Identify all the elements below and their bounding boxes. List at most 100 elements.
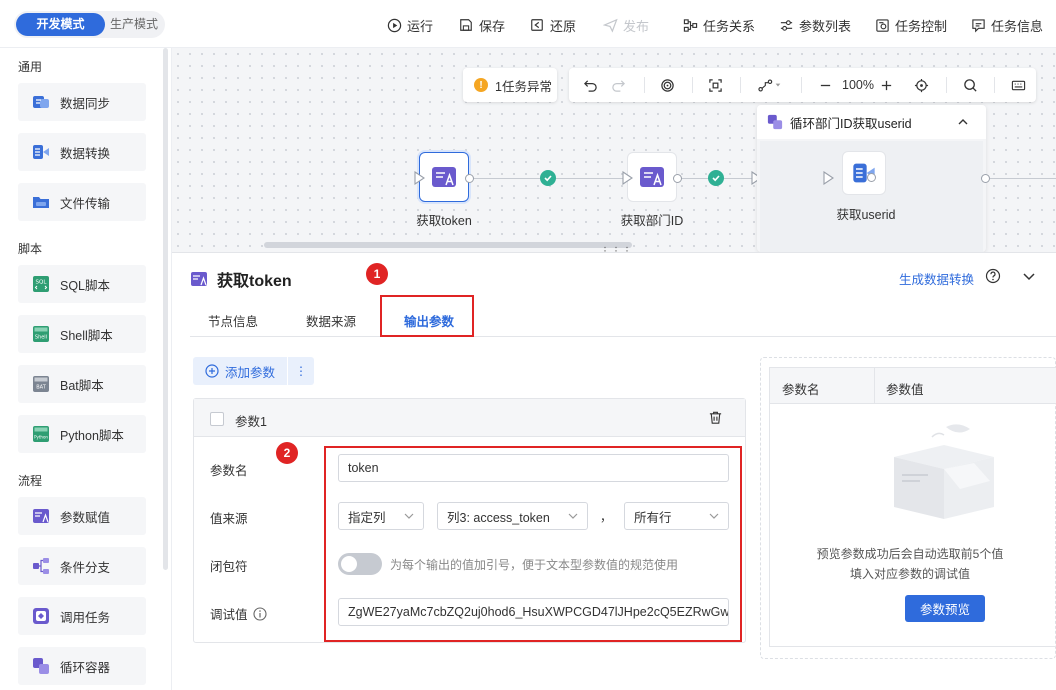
sidebar-item-data-transform[interactable]: 数据转换 [18,133,146,171]
preview-table: 参数名 参数值 预览参数成功后会自动选取前5个值 填入对应参数的调试值 参数预览 [769,367,1056,647]
prod-mode-tab[interactable]: 生产模式 [105,13,163,36]
svg-text:BAT: BAT [36,385,46,391]
node-box [627,152,677,202]
play-icon [386,17,402,33]
bat-icon: BAT [31,374,51,394]
loop-container-icon [767,114,783,130]
info-doc-icon [970,17,986,33]
search-icon[interactable] [963,76,978,94]
app-root: 开发模式 生产模式 运行 保存 还原 发布 任务关系 参数列表 任务控制 任务信… [0,0,1056,690]
sidebar-item-bat[interactable]: BAT Bat脚本 [18,365,146,403]
sidebar-item-condition-branch[interactable]: 条件分支 [18,547,146,585]
toolbar-divider [994,77,995,93]
empty-box-illustration [888,423,1000,526]
tab-data-source[interactable]: 数据来源 [306,311,356,330]
param-checkbox[interactable] [210,412,224,426]
preview-empty-text: 预览参数成功后会自动选取前5个值 填入对应参数的调试值 [770,544,1050,584]
tab-node-info[interactable]: 节点信息 [208,311,258,330]
debug-value-label-group: 调试值 [210,604,267,623]
param-assign-icon [432,167,456,187]
publish-button[interactable]: 发布 [602,16,649,34]
run-button[interactable]: 运行 [386,16,433,34]
loop-container-body: 获取userid [760,141,983,252]
sidebar-item-file-transfer[interactable]: 文件传输 [18,183,146,221]
save-button[interactable]: 保存 [458,16,505,34]
locate-icon[interactable] [914,76,929,94]
svg-text:Shell: Shell [35,335,47,341]
sidebar-scrollbar[interactable] [163,48,168,570]
toolbar-divider [644,77,645,93]
node-config-panel: 获取token 生成数据转换 1 节点信息 数据来源 输出参数 添加参数 ⋮ 参… [172,252,1056,690]
sidebar-item-call-task[interactable]: 调用任务 [18,597,146,635]
panel-title: 获取token [190,267,292,291]
add-param-button[interactable]: 添加参数 [193,357,287,385]
sidebar-item-label: 文件传输 [60,196,111,211]
generate-data-transform-link[interactable]: 生成数据转换 [899,269,974,288]
empty-line-2: 填入对应参数的调试值 [849,567,970,581]
restore-button[interactable]: 还原 [529,16,576,34]
undo-icon[interactable] [583,76,598,94]
top-bar: 开发模式 生产模式 运行 保存 还原 发布 任务关系 参数列表 任务控制 任务信… [0,0,1056,48]
section-general: 通用 [18,60,43,74]
task-error-indicator[interactable]: ! 1任务异常 [463,68,557,102]
preview-table-header: 参数名 参数值 [770,368,1056,404]
node-get-token[interactable]: 获取token [394,152,494,232]
sidebar-item-data-sync[interactable]: 数据同步 [18,83,146,121]
task-relations-button[interactable]: 任务关系 [682,16,755,34]
task-control-button[interactable]: 任务控制 [874,16,947,34]
sidebar-item-python[interactable]: Python Python脚本 [18,415,146,453]
node-label: 获取token [416,214,472,228]
param-preview-button[interactable]: 参数预览 [905,595,985,622]
canvas-scrollbar[interactable] [264,242,632,248]
sidebar-item-param-assign[interactable]: 参数赋值 [18,497,146,535]
publish-label: 发布 [623,18,650,34]
fingerprint-icon[interactable] [660,76,675,94]
param-assign-icon [191,272,207,286]
sliders-icon [778,17,794,33]
section-flow: 流程 [18,474,43,488]
run-label: 运行 [407,18,434,34]
param-list-button[interactable]: 参数列表 [778,16,851,34]
minimap-icon[interactable] [1011,76,1026,94]
output-port[interactable] [867,173,876,182]
node-get-userid[interactable]: 获取userid [806,151,926,222]
task-control-label: 任务控制 [895,18,948,34]
layout-dropdown-icon[interactable] [757,76,783,94]
task-relations-label: 任务关系 [703,18,756,34]
sidebar-item-shell[interactable]: Shell Shell脚本 [18,315,146,353]
more-options-icon[interactable]: ⋮ [287,357,314,385]
task-info-button[interactable]: 任务信息 [970,16,1043,34]
zoom-in-icon[interactable] [880,76,893,94]
success-check-icon [708,170,724,186]
sidebar-item-label: Shell脚本 [60,328,113,343]
output-port[interactable] [673,174,682,183]
flow-canvas[interactable]: ! 1任务异常 100% 获取token 获取部门ID 循环部门ID获取user… [172,48,1056,252]
node-box [842,151,886,195]
chevron-down-icon[interactable] [1021,268,1037,287]
param-card-title: 参数1 [235,415,267,429]
save-icon [458,17,474,33]
sidebar-item-loop-container[interactable]: 循环容器 [18,647,146,685]
info-icon [252,606,267,621]
toolbar-divider [946,77,947,93]
fit-view-icon[interactable] [708,76,723,94]
toolbar-divider [801,77,802,93]
delete-icon[interactable] [708,410,723,428]
chevron-up-icon [958,119,968,125]
redo-icon[interactable] [611,76,626,94]
sidebar-item-sql[interactable]: SQL SQL脚本 [18,265,146,303]
annotation-box-fields [324,446,742,642]
node-get-dept-id[interactable]: 获取部门ID [602,152,702,232]
annotation-box-tab [380,295,474,337]
help-icon[interactable] [985,268,1001,287]
output-port[interactable] [465,174,474,183]
svg-text:SQL: SQL [36,280,48,286]
zoom-out-icon[interactable] [819,76,832,94]
param-assign-icon [640,167,664,187]
loop-container-node[interactable]: 循环部门ID获取userid 获取userid [757,105,986,252]
loop-output-port[interactable] [981,174,990,183]
dev-mode-tab[interactable]: 开发模式 [16,13,105,36]
value-source-label: 值来源 [210,512,248,526]
loop-container-icon [31,656,51,676]
warning-icon: ! [474,78,488,92]
